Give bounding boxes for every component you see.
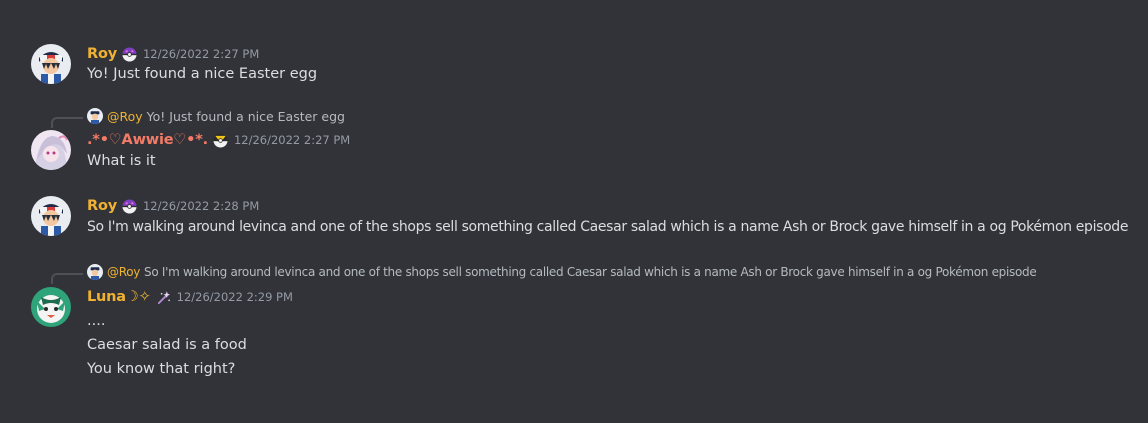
avatar-roy[interactable] [31, 196, 71, 236]
reply-preview[interactable]: @Roy So I'm walking around levinca and o… [87, 263, 1037, 281]
avatar-luna[interactable] [31, 287, 71, 327]
message-text: So I'm walking around levinca and one of… [87, 219, 1129, 235]
message-text: What is it [87, 153, 156, 169]
masterball-badge-icon [122, 198, 137, 214]
reply-avatar-roy [87, 264, 103, 280]
reply-text: Yo! Just found a nice Easter egg [146, 108, 345, 124]
reply-mention[interactable]: @Roy [107, 109, 143, 124]
reply-avatar-roy [87, 108, 103, 124]
timestamp[interactable]: 12/26/2022 2:28 PM [143, 199, 259, 213]
reply-mention[interactable]: @Roy [107, 265, 140, 279]
ultraball-badge-icon [213, 132, 228, 148]
avatar-awwie[interactable] [31, 130, 71, 170]
message-text: Caesar salad is a food [87, 337, 247, 353]
message-text: You know that right? [87, 361, 236, 377]
avatar-roy[interactable] [31, 44, 71, 84]
message-text: .... [87, 313, 106, 329]
wand-badge-icon [157, 290, 170, 304]
reply-preview[interactable]: @Roy Yo! Just found a nice Easter egg [87, 107, 345, 125]
timestamp[interactable]: 12/26/2022 2:27 PM [234, 133, 350, 147]
reply-spine [51, 273, 83, 284]
timestamp[interactable]: 12/26/2022 2:27 PM [143, 47, 259, 61]
username[interactable]: Roy [87, 198, 117, 214]
chat-messages: Roy 12/26/2022 2:27 PM Yo! Just found a … [0, 0, 1148, 423]
username[interactable]: Luna☽✧ [87, 289, 151, 305]
timestamp[interactable]: 12/26/2022 2:29 PM [177, 290, 293, 304]
message-text: Yo! Just found a nice Easter egg [87, 66, 318, 82]
reply-spine [51, 117, 83, 128]
username[interactable]: .*•♡Awwie♡•*. [87, 132, 208, 148]
reply-text: So I'm walking around levinca and one of… [144, 265, 1037, 279]
username[interactable]: Roy [87, 46, 117, 62]
masterball-badge-icon [122, 46, 137, 62]
